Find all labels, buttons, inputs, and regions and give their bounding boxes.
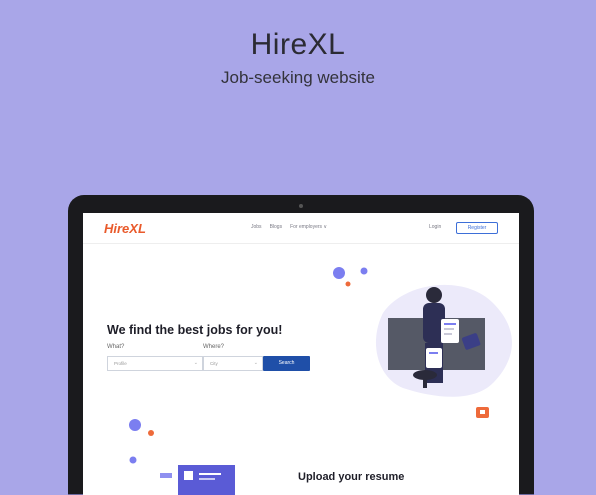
site-navbar: HireXL Jobs Blogs For employers ∨ Login … bbox=[83, 213, 519, 244]
stool-leg bbox=[423, 378, 427, 388]
chevron-down-icon: ⌄ bbox=[193, 360, 198, 366]
where-input[interactable]: City ⌄ bbox=[203, 356, 263, 371]
card-line bbox=[444, 333, 452, 335]
chevron-down-icon: ⌄ bbox=[253, 360, 258, 366]
what-input-value: Profile bbox=[114, 361, 127, 366]
where-input-value: City bbox=[210, 361, 218, 366]
hero-heading: We find the best jobs for you! bbox=[107, 323, 283, 337]
laptop-screen: HireXL Jobs Blogs For employers ∨ Login … bbox=[83, 213, 519, 495]
decor-dot bbox=[345, 281, 351, 287]
what-label: What? bbox=[107, 344, 125, 350]
card-line bbox=[429, 352, 438, 354]
resume-card-line bbox=[199, 478, 215, 480]
card-line bbox=[444, 323, 456, 325]
search-button[interactable]: Search bbox=[263, 356, 310, 371]
decor-dot bbox=[129, 456, 137, 464]
what-input[interactable]: Profile ⌄ bbox=[107, 356, 203, 371]
card bbox=[441, 319, 459, 343]
camera-dot bbox=[299, 204, 303, 208]
showcase-header: HireXL Job-seeking website bbox=[0, 28, 596, 88]
register-button[interactable]: Register bbox=[456, 222, 498, 234]
where-label: Where? bbox=[203, 344, 225, 350]
login-link[interactable]: Login bbox=[429, 224, 441, 230]
chat-icon-inner bbox=[480, 410, 485, 414]
showcase-title: HireXL bbox=[250, 28, 346, 61]
card-line bbox=[444, 328, 454, 330]
hero-illustration bbox=[129, 267, 512, 495]
laptop-frame: HireXL Jobs Blogs For employers ∨ Login … bbox=[68, 195, 534, 495]
resume-card-line bbox=[199, 473, 221, 475]
decor-dot bbox=[129, 419, 141, 431]
site-logo[interactable]: HireXL bbox=[104, 221, 146, 236]
resume-tab bbox=[160, 473, 172, 478]
nav-links: Jobs Blogs For employers ∨ bbox=[251, 224, 327, 230]
person-head bbox=[426, 287, 442, 303]
decor-dot bbox=[360, 267, 368, 275]
nav-employers[interactable]: For employers ∨ bbox=[290, 224, 327, 230]
decor-dot bbox=[333, 267, 345, 279]
decor-dot bbox=[148, 430, 154, 436]
upload-heading: Upload your resume bbox=[298, 471, 405, 483]
card bbox=[426, 348, 442, 368]
nav-blogs[interactable]: Blogs bbox=[270, 224, 283, 230]
resume-card-icon bbox=[184, 471, 193, 480]
nav-jobs[interactable]: Jobs bbox=[251, 224, 262, 230]
showcase-subtitle: Job-seeking website bbox=[220, 68, 376, 87]
